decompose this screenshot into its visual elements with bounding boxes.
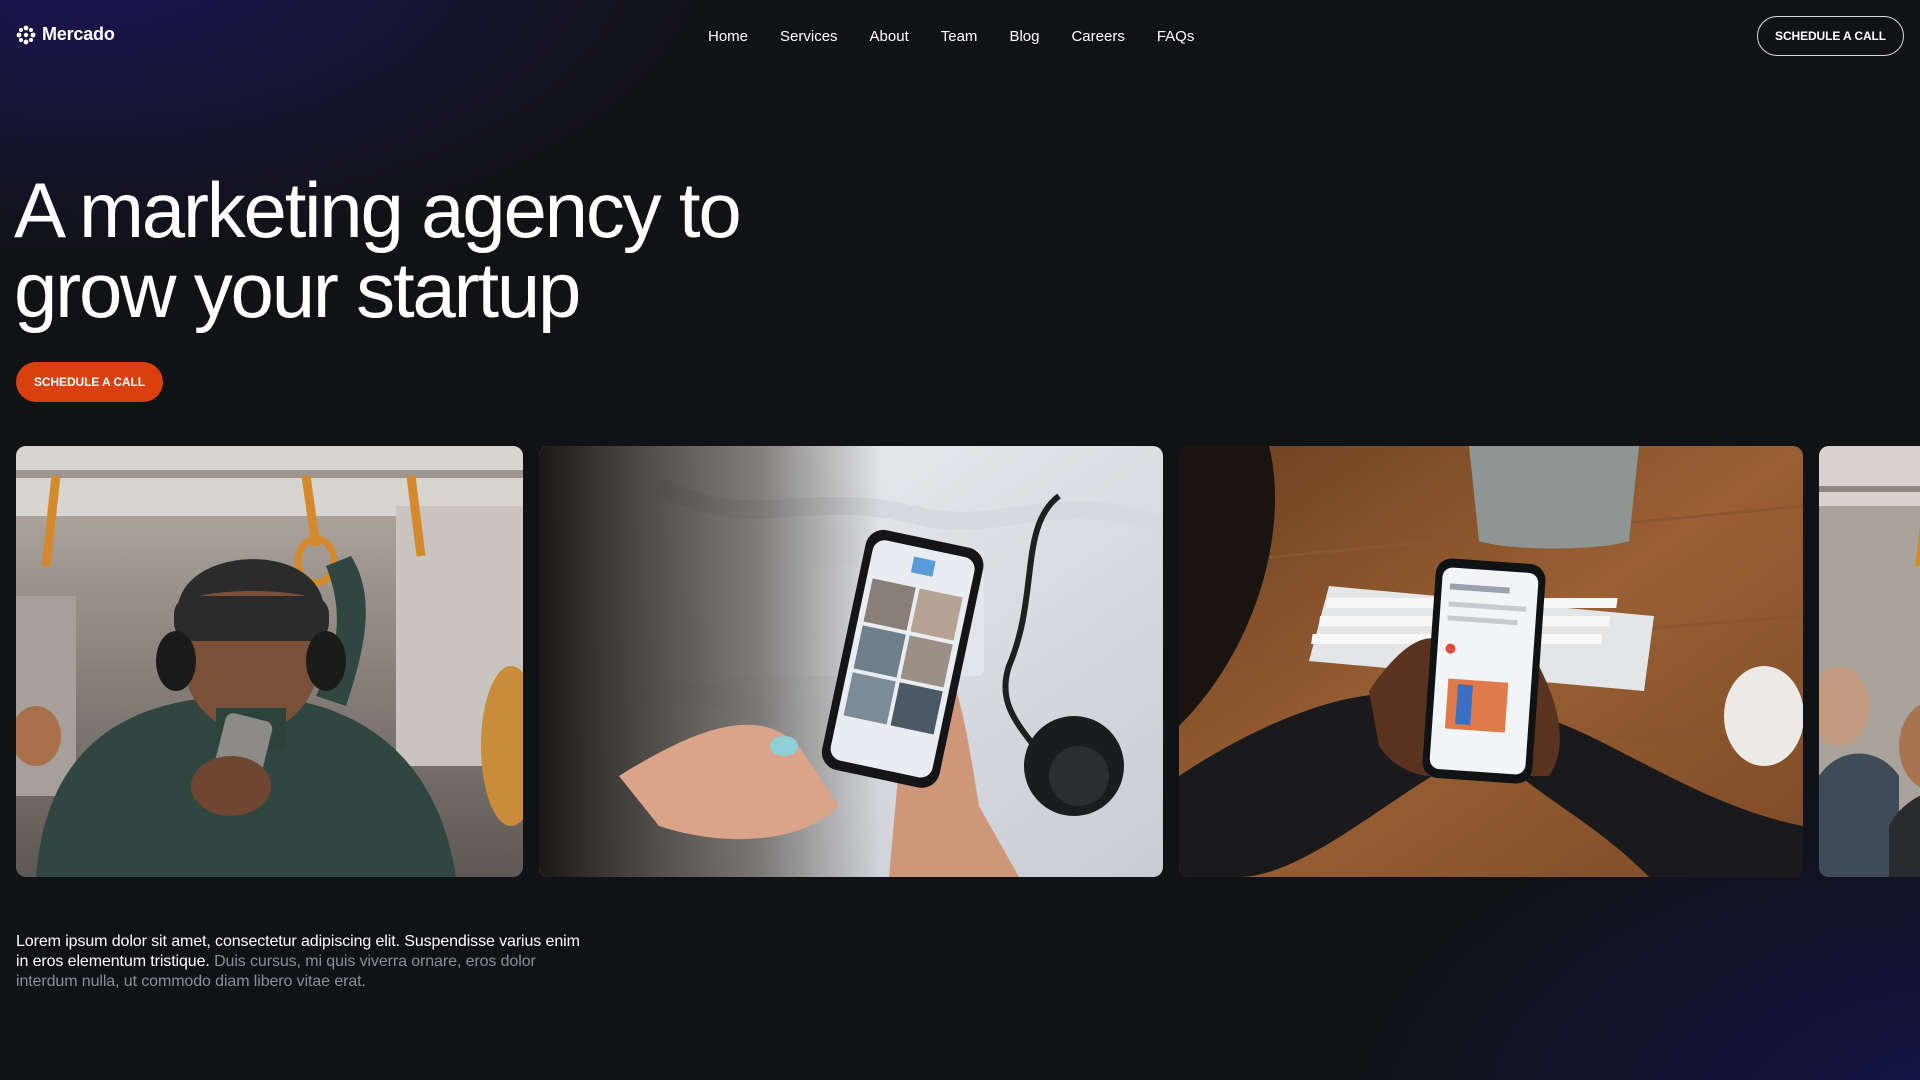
nav-link-careers[interactable]: Careers <box>1071 28 1124 46</box>
photo-train-passengers <box>1819 446 1920 877</box>
nav-link-faqs[interactable]: FAQs <box>1157 28 1195 46</box>
hero-title-line-1: A marketing agency to <box>14 166 742 254</box>
schedule-call-button-nav[interactable]: SCHEDULE A CALL <box>1757 16 1904 56</box>
gallery-image-train-commuter <box>16 446 523 877</box>
gallery-image-train-passengers <box>1819 446 1920 877</box>
photo-phone-at-desk <box>1179 446 1803 877</box>
landing-page: Mercado Home Services About Team Blog Ca… <box>0 0 1920 1080</box>
photo-phone-on-bed <box>539 446 1163 877</box>
nav-menu: Home Services About Team Blog Careers FA… <box>708 28 1226 46</box>
photo-train-commuter <box>16 446 523 877</box>
top-navigation: Mercado Home Services About Team Blog Ca… <box>0 0 1920 74</box>
nav-link-team[interactable]: Team <box>941 28 978 46</box>
brand-name: Mercado <box>42 24 115 44</box>
gallery-image-phone-at-desk <box>1179 446 1803 877</box>
schedule-call-button-hero[interactable]: SCHEDULE A CALL <box>16 362 163 402</box>
nav-link-services[interactable]: Services <box>780 28 838 46</box>
flower-icon <box>16 25 36 44</box>
brand-logo[interactable]: Mercado <box>16 24 115 45</box>
gallery-image-phone-on-bed <box>539 446 1163 877</box>
nav-link-blog[interactable]: Blog <box>1009 28 1039 46</box>
hero-title: A marketing agency to grow your startup <box>14 170 914 330</box>
nav-link-home[interactable]: Home <box>708 28 748 46</box>
photo-gallery <box>0 446 1920 877</box>
nav-link-about[interactable]: About <box>870 28 909 46</box>
hero-title-line-2: grow your startup <box>14 246 581 334</box>
intro-paragraph: Lorem ipsum dolor sit amet, consectetur … <box>16 932 596 992</box>
